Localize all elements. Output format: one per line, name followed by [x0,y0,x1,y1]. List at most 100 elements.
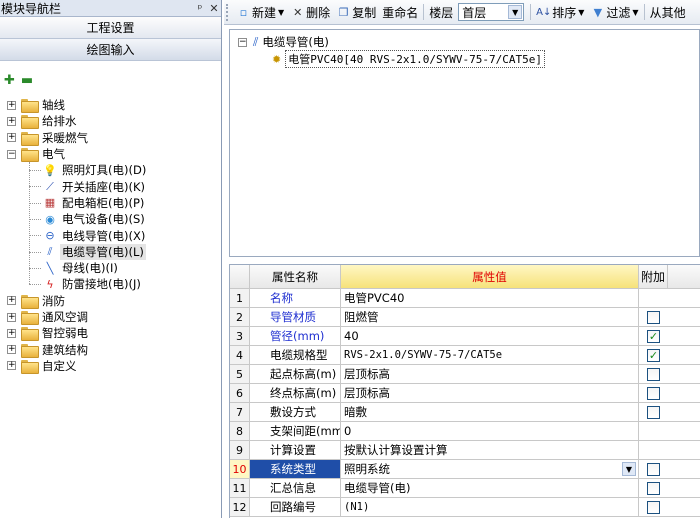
property-value-text: 40 [344,329,359,343]
property-value[interactable]: 阻燃管 [341,308,639,326]
property-value[interactable]: 40 [341,327,639,345]
add-cell: ✓ [639,346,700,364]
property-row[interactable]: 10 系统类型 照明系统 ▼ [230,460,700,479]
attach-checkbox[interactable] [647,405,660,419]
property-value-text: (N1) [344,501,370,513]
tree-node[interactable]: + 轴线 [0,97,221,114]
delete-button[interactable]: ✕ 删除 [287,2,333,22]
row-number: 3 [230,327,250,345]
add-cell [639,479,700,497]
attach-checkbox[interactable]: ✓ [647,348,660,362]
property-value[interactable]: 层顶标高 [341,365,639,383]
property-value[interactable]: 照明系统 ▼ [341,460,639,478]
toolbar-grip[interactable] [226,3,230,21]
tree-child-node[interactable]: ╲ 母线(电)(I) [0,260,221,276]
filter-button[interactable]: ▼ 过滤 ▼ [587,2,641,22]
project-settings-button[interactable]: 工程设置 [0,17,221,39]
pin-icon[interactable]: ᵖ [193,2,207,15]
module-navigation-pane: 模块导航栏 ᵖ ✕ 工程设置 绘图输入 ✚ ▬ + 轴线 + 给排水 + 采暖燃气 − 电气 💡… [0,0,222,518]
property-value[interactable]: 层顶标高 [341,384,639,402]
property-value[interactable]: 电管PVC40 [341,289,639,307]
property-row[interactable]: 5 起点标高(m) 层顶标高 [230,365,700,384]
tree-child-node[interactable]: ⟋ 开关插座(电)(K) [0,178,221,194]
collapse-icon[interactable]: − [238,37,247,47]
expand-icon[interactable]: + [7,116,16,126]
tree-child-node[interactable]: ⊖ 电线导管(电)(X) [0,227,221,243]
property-row[interactable]: 6 终点标高(m) 层顶标高 [230,384,700,403]
tree-node[interactable]: + 自定义 [0,358,221,374]
tree-node[interactable]: − 电气 [0,146,221,163]
property-row[interactable]: 11 汇总信息 电缆导管(电) [230,479,700,498]
chevron-down-icon: ▼ [632,7,639,17]
property-row[interactable]: 1 名称 电管PVC40 [230,289,700,308]
property-value[interactable]: 电缆导管(电) [341,479,639,497]
expand-icon[interactable]: + [7,328,16,338]
property-row[interactable]: 2 导管材质 阻燃管 [230,308,700,327]
property-name: 电缆规格型 [250,346,341,364]
toolbar-separator [530,4,532,20]
chevron-down-icon[interactable]: ▼ [508,5,523,19]
property-row[interactable]: 9 计算设置 按默认计算设置计算 [230,441,700,460]
expand-icon[interactable]: + [7,100,16,110]
tree-child-label: 电线导管(电)(X) [62,228,146,243]
chevron-down-icon[interactable]: ▼ [622,462,636,476]
collapse-all-icon[interactable]: ▬ [21,73,33,88]
property-row[interactable]: 12 回路编号 (N1) [230,498,700,517]
panel-icon: ▦ [44,196,56,210]
property-row[interactable]: 4 电缆规格型 RVS-2x1.0/SYWV-75-7/CAT5e ✓ [230,346,700,365]
tree-node[interactable]: + 通风空调 [0,309,221,325]
expand-icon[interactable]: + [7,133,16,143]
row-number: 8 [230,422,250,440]
copy-button[interactable]: ❐ 复制 [333,2,379,22]
tree-child-node[interactable]: ⫽ 电缆导管(电)(L) [0,243,221,260]
expand-all-icon[interactable]: ✚ [4,73,15,88]
tree-child-label: 配电箱柜(电)(P) [62,195,145,210]
from-other-button[interactable]: 从其他 [647,2,689,22]
attach-checkbox[interactable]: ✓ [647,329,660,343]
attach-checkbox[interactable] [647,367,660,381]
property-value[interactable]: RVS-2x1.0/SYWV-75-7/CAT5e [341,346,639,364]
tree-child-node[interactable]: 💡 照明灯具(电)(D) [0,162,221,178]
collapse-icon[interactable]: − [7,149,16,159]
tree-node-label: 给排水 [42,114,77,129]
expand-icon[interactable]: + [7,312,16,322]
property-row[interactable]: 7 敷设方式 暗敷 [230,403,700,422]
header-name: 属性名称 [250,265,341,288]
attach-checkbox[interactable] [647,500,660,514]
tree-child-node[interactable]: ▦ 配电箱柜(电)(P) [0,195,221,211]
property-value-text: 层顶标高 [344,386,390,400]
attach-checkbox[interactable] [647,310,660,324]
tree-node[interactable]: + 建筑结构 [0,341,221,358]
sort-icon: A↓ [536,6,552,18]
close-icon[interactable]: ✕ [207,2,221,15]
expand-icon[interactable]: + [7,296,16,306]
attach-checkbox[interactable] [647,481,660,495]
tree-node[interactable]: + 智控弱电 [0,325,221,342]
property-value[interactable]: 暗敷 [341,403,639,421]
property-name: 汇总信息 [250,479,341,497]
tree-node[interactable]: + 消防 [0,293,221,309]
attach-checkbox[interactable] [647,386,660,400]
component-root-node[interactable]: − ⫽ 电缆导管(电) [238,34,329,50]
property-value[interactable]: 0 [341,422,639,440]
rename-button[interactable]: 重命名 [379,2,421,22]
grid-header: 属性名称 属性值 附加 [230,265,700,289]
property-value[interactable]: (N1) [341,498,639,516]
new-button[interactable]: ▫ 新建 ▼ [233,2,287,22]
attach-checkbox[interactable] [647,462,660,476]
sort-button[interactable]: A↓ 排序 ▼ [533,2,587,22]
expand-icon[interactable]: + [7,345,16,355]
drawing-input-button[interactable]: 绘图输入 [0,39,221,61]
folder-icon [21,131,39,146]
property-row[interactable]: 8 支架间距(mm 0 [230,422,700,441]
tree-node[interactable]: + 给排水 [0,113,221,130]
tree-child-node[interactable]: ◉ 电气设备(电)(S) [0,211,221,227]
tree-child-node[interactable]: ϟ 防雷接地(电)(J) [0,276,221,292]
floor-label: 楼层 [429,5,454,20]
floor-select[interactable]: 首层 ▼ [458,3,525,21]
tree-node[interactable]: + 采暖燃气 [0,130,221,146]
expand-icon[interactable]: + [7,361,16,371]
component-item[interactable]: ✹ 电管PVC40[40 RVS-2x1.0/SYWV-75-7/CAT5e] [272,50,546,68]
property-value[interactable]: 按默认计算设置计算 [341,441,639,459]
property-row[interactable]: 3 管径(mm) 40 ✓ [230,327,700,346]
